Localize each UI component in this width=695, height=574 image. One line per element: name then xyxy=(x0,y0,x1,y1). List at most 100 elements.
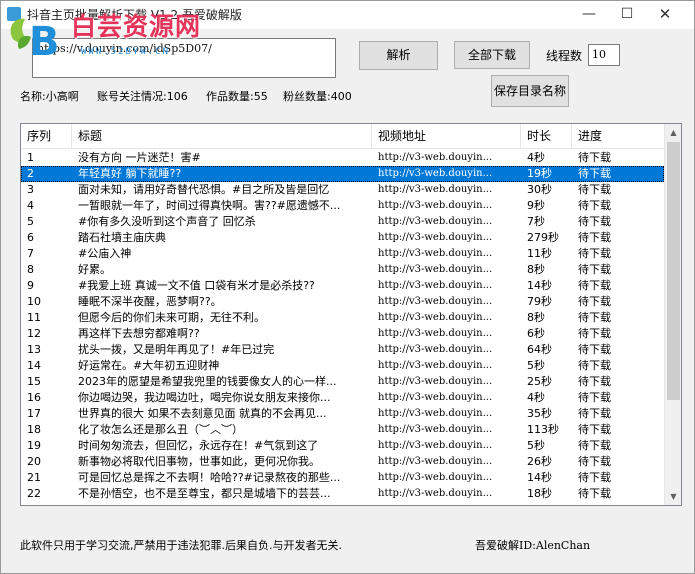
row-index: 12 xyxy=(27,327,41,340)
table-row[interactable]: 7 #公庙入神 http://v3-web.douyin... 11秒 待下载 xyxy=(21,246,664,262)
table-row[interactable]: 18 化了妆怎么还是那么丑（︶︿︶） http://v3-web.douyin...… xyxy=(21,422,664,438)
row-index: 21 xyxy=(27,471,41,484)
follow-count: 账号关注情况:106 xyxy=(97,90,188,103)
column-header-url[interactable]: 视频地址 xyxy=(372,124,521,148)
row-duration: 5秒 xyxy=(527,359,545,372)
table-row[interactable]: 14 好运常在。#大年初五迎财神 http://v3-web.douyin... 5秒… xyxy=(21,358,664,374)
row-progress: 待下载 xyxy=(578,247,611,260)
row-index: 6 xyxy=(27,231,34,244)
row-url: http://v3-web.douyin... xyxy=(378,424,493,435)
column-header-progress[interactable]: 进度 xyxy=(572,124,664,148)
row-duration: 6秒 xyxy=(527,327,545,340)
column-header-index[interactable]: 序列 xyxy=(21,124,72,148)
row-progress: 待下载 xyxy=(578,487,611,500)
row-url: http://v3-web.douyin... xyxy=(378,360,493,371)
row-title: #公庙入神 xyxy=(78,247,132,260)
download-all-button[interactable]: 全部下载 xyxy=(454,41,530,69)
row-index: 17 xyxy=(27,407,41,420)
url-input-value: https://v.douyin.com/idSp5D07/ xyxy=(37,42,212,55)
row-progress: 待下载 xyxy=(578,407,611,420)
thread-count-input[interactable]: 10 xyxy=(588,44,620,66)
row-url: http://v3-web.douyin... xyxy=(378,232,493,243)
minimize-icon[interactable]: — xyxy=(571,1,607,29)
parse-button[interactable]: 解析 xyxy=(359,41,438,70)
title-bar[interactable]: 抖音主页批量解析下载 V1.2 吾爱破解版 — ☐ ✕ xyxy=(1,1,694,29)
row-url: http://v3-web.douyin... xyxy=(378,248,493,259)
scroll-down-icon[interactable]: ▼ xyxy=(665,488,681,505)
row-index: 2 xyxy=(27,167,34,180)
row-title: 没有方向 一片迷茫！害# xyxy=(78,151,201,164)
table-row[interactable]: 13 扰头一拨，又是明年再见了！#年已过完 http://v3-web.douyin… xyxy=(21,342,664,358)
table-row[interactable]: 3 面对未知，请用好奇替代恐惧。#目之所及皆是回忆 http://v3-web.do… xyxy=(21,182,664,198)
row-url: http://v3-web.douyin... xyxy=(378,152,493,163)
row-title: 面对未知，请用好奇替代恐惧。#目之所及皆是回忆 xyxy=(78,183,330,196)
maximize-icon[interactable]: ☐ xyxy=(609,1,645,29)
table-row[interactable]: 12 再这样下去想穷都难啊?? http://v3-web.douyin... 6秒 待… xyxy=(21,326,664,342)
table-row[interactable]: 20 新事物必将取代旧事物，世事如此，更何况你我。 http://v3-web.do… xyxy=(21,454,664,470)
row-url: http://v3-web.douyin... xyxy=(378,280,493,291)
row-url: http://v3-web.douyin... xyxy=(378,168,493,179)
row-index: 11 xyxy=(27,311,41,324)
table-row[interactable]: 19 时间匆匆流去，但回忆，永远存在！#气氛到这了 http://v3-web.do… xyxy=(21,438,664,454)
disclaimer-text: 此软件只用于学习交流,严禁用于违法犯罪.后果自负.与开发者无关. xyxy=(20,539,342,552)
row-url: http://v3-web.douyin... xyxy=(378,376,493,387)
table-row[interactable]: 15 2023年的愿望是希望我兜里的钱要像女人的心一样... http://v3-w… xyxy=(21,374,664,390)
row-index: 13 xyxy=(27,343,41,356)
close-icon[interactable]: ✕ xyxy=(647,1,683,29)
row-duration: 8秒 xyxy=(527,311,545,324)
row-title: 2023年的愿望是希望我兜里的钱要像女人的心一样... xyxy=(78,375,337,388)
row-progress: 待下载 xyxy=(578,359,611,372)
row-progress: 待下载 xyxy=(578,439,611,452)
row-duration: 9秒 xyxy=(527,199,545,212)
row-title: 你边喝边哭，我边喝边吐，喝完你说女朋友来接你... xyxy=(78,391,331,404)
row-index: 9 xyxy=(27,279,34,292)
column-header-title[interactable]: 标题 xyxy=(72,124,372,148)
row-title: 睡眠不深半夜醒，恶梦啊??。 xyxy=(78,295,222,308)
vertical-scrollbar[interactable]: ▲ ▼ xyxy=(664,124,681,505)
row-index: 16 xyxy=(27,391,41,404)
app-window: 抖音主页批量解析下载 V1.2 吾爱破解版 — ☐ ✕ https://v.do… xyxy=(0,0,695,574)
table-row[interactable]: 9 #我爱上班 真诚一文不值 口袋有米才是必杀技?? http://v3-web.d… xyxy=(21,278,664,294)
table-row[interactable]: 11 但愿今后的你们未来可期，无往不利。 http://v3-web.douyin.… xyxy=(21,310,664,326)
table-row[interactable]: 21 可是回忆总是挥之不去啊！哈哈??#记录熬夜的那些... http://v3-w… xyxy=(21,470,664,486)
row-duration: 35秒 xyxy=(527,407,552,420)
row-duration: 14秒 xyxy=(527,279,552,292)
table-row[interactable]: 1 没有方向 一片迷茫！害# http://v3-web.douyin... 4秒 待下… xyxy=(21,150,664,166)
row-url: http://v3-web.douyin... xyxy=(378,456,493,467)
row-progress: 待下载 xyxy=(578,311,611,324)
row-duration: 113秒 xyxy=(527,423,559,436)
row-progress: 待下载 xyxy=(578,279,611,292)
row-url: http://v3-web.douyin... xyxy=(378,296,493,307)
table-row[interactable]: 6 踏石社墳主庙庆典 http://v3-web.douyin... 279秒 待下载 xyxy=(21,230,664,246)
row-progress: 待下载 xyxy=(578,215,611,228)
row-progress: 待下载 xyxy=(578,295,611,308)
table-row[interactable]: 10 睡眠不深半夜醒，恶梦啊??。 http://v3-web.douyin... 7… xyxy=(21,294,664,310)
scrollbar-thumb[interactable] xyxy=(667,142,680,400)
row-duration: 4秒 xyxy=(527,151,545,164)
row-progress: 待下载 xyxy=(578,167,611,180)
row-index: 8 xyxy=(27,263,34,276)
row-url: http://v3-web.douyin... xyxy=(378,344,493,355)
row-title: 可是回忆总是挥之不去啊！哈哈??#记录熬夜的那些... xyxy=(78,471,341,484)
table-row[interactable]: 17 世界真的很大 如果不去刻意见面 就真的不会再见... http://v3-we… xyxy=(21,406,664,422)
row-title: 踏石社墳主庙庆典 xyxy=(78,231,166,244)
thread-count-label: 线程数 xyxy=(546,49,583,63)
video-list[interactable]: 序列 标题 视频地址 时长 进度 1 没有方向 一片迷茫！害# http://v3-… xyxy=(20,123,682,506)
row-duration: 4秒 xyxy=(527,391,545,404)
list-rows: 1 没有方向 一片迷茫！害# http://v3-web.douyin... 4秒 待下… xyxy=(21,150,664,502)
scroll-up-icon[interactable]: ▲ xyxy=(665,124,681,141)
row-index: 20 xyxy=(27,455,41,468)
table-row[interactable]: 16 你边喝边哭，我边喝边吐，喝完你说女朋友来接你... http://v3-web… xyxy=(21,390,664,406)
row-progress: 待下载 xyxy=(578,199,611,212)
table-row[interactable]: 22 不是孙悟空，也不是至尊宝，都只是城墙下的芸芸... http://v3-web… xyxy=(21,486,664,502)
row-url: http://v3-web.douyin... xyxy=(378,312,493,323)
table-row[interactable]: 8 好累。 http://v3-web.douyin... 8秒 待下载 xyxy=(21,262,664,278)
table-row[interactable]: 4 一暂眼就一年了，时间过得真快啊。害??#愿遗憾不... http://v3-we… xyxy=(21,198,664,214)
url-input[interactable]: https://v.douyin.com/idSp5D07/ xyxy=(32,38,336,78)
save-directory-names-button[interactable]: 保存目录名称 xyxy=(491,75,569,107)
column-header-duration[interactable]: 时长 xyxy=(521,124,572,148)
row-progress: 待下载 xyxy=(578,375,611,388)
table-row[interactable]: 5 #你有多久没听到这个声音了 回忆杀 http://v3-web.douyin..… xyxy=(21,214,664,230)
row-url: http://v3-web.douyin... xyxy=(378,472,493,483)
table-row[interactable]: 2 年轻真好 躺下就睡?? http://v3-web.douyin... 19秒 待下… xyxy=(21,166,664,182)
